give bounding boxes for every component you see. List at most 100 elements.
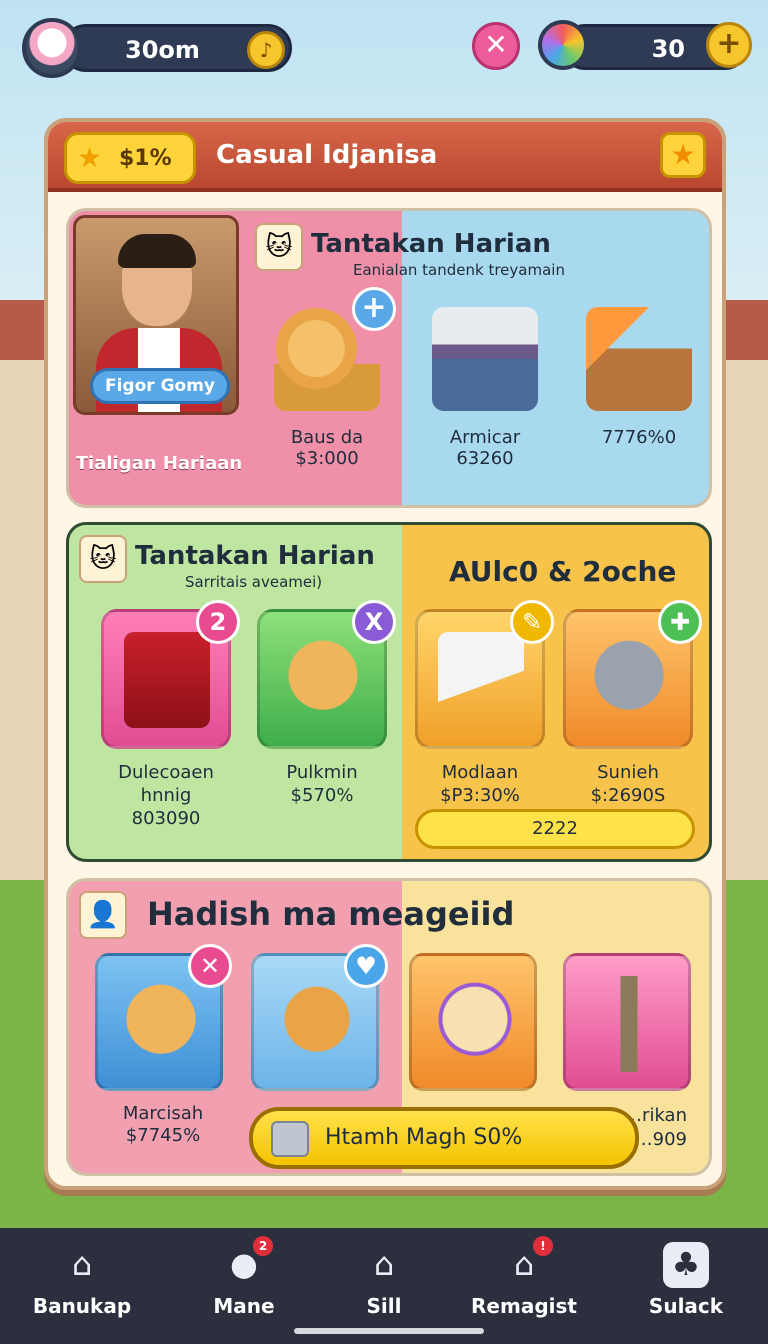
card-name: Dulecoaen hnnig 803090 [91, 761, 241, 830]
user-icon: ● 2 [221, 1236, 273, 1288]
featured-title: Hadish ma meageiid [147, 895, 515, 933]
cat-badge-icon: 🐱 [79, 535, 127, 583]
nav-item-banukap[interactable]: ⌂ Banukap [12, 1242, 152, 1318]
rainbow-gem-icon [538, 20, 588, 70]
featured-card-dash-cat[interactable] [409, 953, 537, 1091]
challenge-title: Tantakan Harian [135, 541, 375, 571]
card-price: $7745% [125, 1125, 201, 1146]
nav-item-sill[interactable]: ⌂ Sill [314, 1242, 454, 1318]
buy-bundle-label: Htamh Magh S0% [325, 1125, 523, 1150]
reward-card-grey-cat[interactable]: ✚ [563, 600, 702, 749]
remove-badge-icon[interactable]: X [352, 600, 396, 644]
distance-counter[interactable]: 30om ♪ [22, 18, 292, 78]
reward-card-scroll[interactable]: 2 [101, 600, 240, 749]
featured-card-torch[interactable] [563, 953, 691, 1091]
cat-badge-icon: 🐱 [255, 223, 303, 271]
torch-icon [586, 976, 672, 1072]
nav-item-remagist[interactable]: ⌂! Remagist [454, 1236, 594, 1318]
card-name: Modlaan $P3:30% [405, 761, 555, 807]
card-price: $P3:30% [440, 785, 520, 806]
cube-icon [271, 1121, 309, 1157]
house-alert-icon: ⌂! [501, 1236, 553, 1288]
daily-subtitle: Eanialan tandenk treyamain [353, 261, 565, 279]
cat-icon [280, 632, 366, 728]
star-icon: ★ [77, 141, 103, 174]
avatar-badge-icon: 👤 [79, 891, 127, 939]
card-name-text: Pulkmin [286, 762, 358, 783]
brush-badge-icon: ✎ [510, 600, 554, 644]
distance-pill: 30om ♪ [62, 24, 292, 72]
house-icon: ⌂ [373, 1245, 395, 1283]
basket-art [432, 307, 538, 411]
shop-item-price: 7776%0 [601, 427, 677, 448]
nav-label: Sill [366, 1294, 402, 1318]
panel-header: ★ $1% Casual Idjanisa ★ [48, 122, 722, 192]
card-name-text: Marcisah [122, 1103, 204, 1124]
add-gems-button[interactable]: + [706, 22, 752, 68]
challenge-section: 🐱 Tantakan Harian Sarritais aveamei) AUl… [66, 522, 712, 862]
add-item-button[interactable]: + [352, 287, 396, 331]
card-price: 803090 [131, 808, 201, 829]
card-name-text: Modlaan [441, 762, 519, 783]
player-avatar[interactable] [22, 18, 82, 78]
daily-offer-section: Figor Gomy Tialigan Hariaan 🐱 Tantakan H… [66, 208, 712, 508]
red-scroll-icon [124, 632, 210, 728]
shop-item-name: Baus da [290, 427, 364, 448]
nav-label: Remagist [471, 1294, 577, 1318]
featured-section: 👤 Hadish ma meageiid ✕ ♥ Marcisah $7745%… [66, 878, 712, 1176]
shop-item-box-cat[interactable]: + Baus da $3:000 [267, 287, 396, 469]
gem-value: 30 [651, 35, 685, 63]
shop-panel: ★ $1% Casual Idjanisa ★ Figor Gomy Tiali… [44, 118, 726, 1190]
count-badge: 2 [196, 600, 240, 644]
puzzle-badge-icon: ✚ [658, 600, 702, 644]
card-price: …909 [634, 1129, 687, 1150]
club-icon: ♣ [663, 1242, 709, 1288]
nav-item-mane[interactable]: ● 2 Mane [174, 1236, 314, 1318]
reward-card-tool[interactable]: ✎ [415, 600, 554, 749]
tool-icon [438, 632, 524, 728]
offer-title: AUlc0 & 2oche [449, 555, 677, 588]
nav-label: Mane [213, 1294, 275, 1318]
favorite-star-button[interactable]: ★ [660, 132, 706, 178]
chest-art [586, 307, 692, 411]
daily-title: Tantakan Harian [311, 229, 551, 259]
reward-card-cat[interactable]: X [257, 600, 396, 749]
cat-box-art: + [274, 287, 396, 411]
nav-label: Banukap [32, 1294, 132, 1318]
close-button[interactable]: ✕ [472, 22, 520, 70]
card-name-text: Dulecoaen hnnig [118, 762, 214, 806]
discount-badge[interactable]: ★ $1% [64, 132, 196, 184]
distance-value: 30om [125, 36, 200, 64]
discount-badge-text: $1% [119, 146, 172, 171]
portrait-caption: Tialigan Hariaan [75, 453, 243, 474]
portrait-name-tag[interactable]: Figor Gomy [90, 368, 230, 404]
card-name: Pulkmin $570% [247, 761, 397, 807]
dash-cat-icon [432, 976, 518, 1072]
featured-card-label: Marcisah $7745% [99, 1103, 227, 1147]
shop-item-name: Armicar [449, 427, 521, 448]
bottom-navigation: ⌂ Banukap ● 2 Mane ⌂ Sill ⌂! Remagist ♣ S… [0, 1228, 768, 1344]
challenge-subtitle: Sarritais aveamei) [185, 573, 323, 591]
home-icon: ⌂ [71, 1245, 93, 1283]
shop-item-chest[interactable]: 7776%0 [579, 307, 699, 448]
portrait-hair [118, 234, 196, 268]
shop-item-basket[interactable]: Armicar 63260 [425, 307, 545, 469]
offer-progress-button[interactable]: 2222 [415, 809, 695, 849]
card-price: $:2690S [590, 785, 666, 806]
home-indicator [294, 1328, 484, 1334]
featured-card-cat[interactable]: ✕ [95, 944, 232, 1091]
alert-badge: ! [533, 1236, 553, 1256]
buy-bundle-button[interactable]: Htamh Magh S0% [249, 1107, 639, 1169]
shop-item-price: 63260 [456, 448, 514, 469]
panel-title: Casual Idjanisa [216, 140, 438, 170]
featured-card-cat-bat[interactable]: ♥ [251, 944, 388, 1091]
cat-icon [118, 976, 204, 1072]
shop-item-price: $3:000 [295, 448, 359, 469]
card-name: Sunieh $:2690S [553, 761, 703, 807]
cat-with-bat-icon [274, 976, 360, 1072]
nav-item-sulack[interactable]: ♣ Sulack [616, 1242, 756, 1318]
music-note-coin-icon: ♪ [247, 31, 285, 69]
heart-badge-icon: ♥ [344, 944, 388, 988]
character-portrait[interactable]: Figor Gomy [73, 215, 239, 415]
remove-badge-icon[interactable]: ✕ [188, 944, 232, 988]
